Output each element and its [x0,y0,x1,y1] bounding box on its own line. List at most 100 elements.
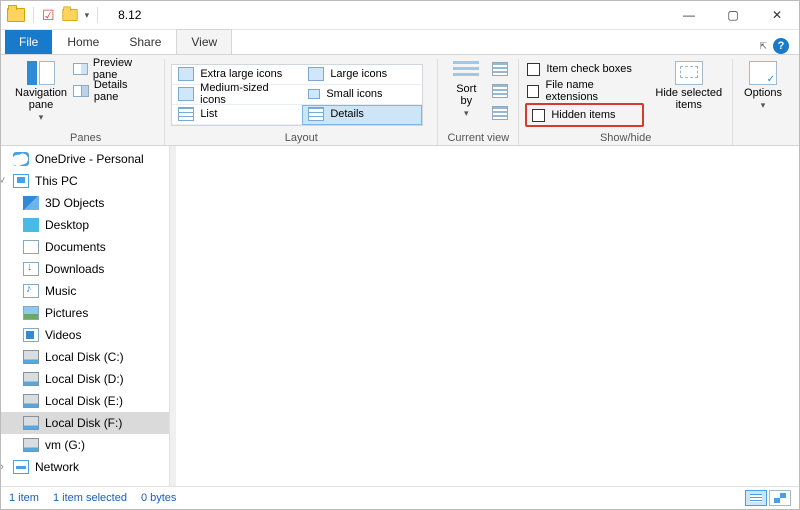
group-label-show-hide: Show/hide [525,130,726,145]
tree-node-local-disk-e-[interactable]: Local Disk (E:) [1,390,169,412]
hidden-items-highlight: Hidden items [525,103,643,127]
tree-node-local-disk-c-[interactable]: Local Disk (C:) [1,346,169,368]
hidden-items-toggle[interactable]: Hidden items [530,105,617,125]
checkbox-icon [527,63,540,76]
expand-icon[interactable]: › [1,461,7,473]
layout-large-icons[interactable]: Large icons [302,65,422,85]
qat-properties-icon[interactable]: ☑ [42,8,55,22]
group-panes: Navigation pane ▾ Preview pane Details p… [7,59,165,145]
tab-file[interactable]: File [5,30,52,54]
layout-details[interactable]: Details [302,105,422,125]
tree-node-desktop[interactable]: Desktop [1,214,169,236]
preview-pane-icon [73,63,88,75]
content-pane[interactable] [176,146,799,486]
group-label-options [739,130,787,145]
tree-node-label: Documents [45,240,106,254]
body: OneDrive - Personal ˅ This PC 3D Objects Des… [1,146,799,486]
group-by-button[interactable] [488,59,512,79]
layout-medium-icons[interactable]: Medium-sized icons [172,85,302,105]
layout-gallery[interactable]: Extra large icons Large icons Medium-siz… [171,64,423,126]
title-bar: ☑ ▾ 8.12 — ▢ ✕ [1,1,799,30]
navigation-tree[interactable]: OneDrive - Personal ˅ This PC 3D Objects Des… [1,146,170,486]
quick-access-toolbar: ☑ ▾ [42,8,89,22]
close-button[interactable]: ✕ [755,1,799,29]
disk-icon [23,416,39,430]
tree-node-local-disk-d-[interactable]: Local Disk (D:) [1,368,169,390]
status-bytes: 0 bytes [141,492,176,504]
preview-pane-button[interactable]: Preview pane [69,59,158,79]
tree-node-label: Local Disk (C:) [45,350,124,364]
minimize-button[interactable]: — [667,1,711,29]
tree-node-network[interactable]: › Network [1,456,169,478]
statusbar-large-icons-view-button[interactable] [769,490,791,506]
group-options: Options ▾ [733,59,793,145]
help-icon[interactable]: ? [773,38,789,54]
layout-list[interactable]: List [172,105,302,125]
file-name-extensions-toggle[interactable]: File name extensions [525,81,643,101]
music-icon [23,284,39,298]
tree-node-label: Videos [45,328,81,342]
tree-node-label: Pictures [45,306,88,320]
net-icon [13,460,29,474]
tree-node-onedrive-personal[interactable]: OneDrive - Personal [1,148,169,170]
group-layout: Extra large icons Large icons Medium-siz… [165,59,438,145]
tree-node-vm-g-[interactable]: vm (G:) [1,434,169,456]
statusbar-details-view-button[interactable] [745,490,767,506]
tree-node-this-pc[interactable]: ˅ This PC [1,170,169,192]
hide-selected-items-button[interactable]: Hide selected items [652,59,726,111]
options-button[interactable]: Options ▾ [739,59,787,111]
group-current-view: Sort by ▾ Current view [438,59,519,145]
disk-icon [23,394,39,408]
qat-dropdown-icon[interactable]: ▾ [85,10,90,21]
tab-share[interactable]: Share [114,29,176,54]
sort-icon [453,61,479,81]
checkbox-icon [532,109,545,122]
pic-icon [23,306,39,320]
ribbon-tabs: File Home Share View ⇱ ? [1,30,799,54]
tree-node-local-disk-f-[interactable]: Local Disk (F:) [1,412,169,434]
qat-newfolder-icon[interactable] [62,9,77,21]
pc-icon [13,174,29,188]
tree-node-music[interactable]: Music [1,280,169,302]
tree-node-label: Music [45,284,76,298]
tree-node-label: OneDrive - Personal [35,152,144,166]
tree-node-label: Local Disk (D:) [45,372,124,386]
disk-icon [23,372,39,386]
add-columns-button[interactable] [488,81,512,101]
tree-node-label: 3D Objects [45,196,104,210]
tree-node-label: Network [35,460,79,474]
status-bar: 1 item 1 item selected 0 bytes [1,486,799,509]
layout-small-icons[interactable]: Small icons [302,85,422,105]
size-columns-button[interactable] [488,103,512,123]
obj3d-icon [23,196,39,210]
item-check-boxes-toggle[interactable]: Item check boxes [525,59,643,79]
navigation-pane-icon [27,61,55,85]
tree-node-videos[interactable]: Videos [1,324,169,346]
checkbox-icon [527,85,539,98]
minimize-ribbon-icon[interactable]: ⇱ [759,41,767,52]
tree-node-label: Local Disk (F:) [45,416,122,430]
ribbon: Navigation pane ▾ Preview pane Details p… [1,54,799,146]
window-title: 8.12 [118,8,141,22]
tree-node-downloads[interactable]: Downloads [1,258,169,280]
tree-node-label: This PC [35,174,78,188]
tree-node-pictures[interactable]: Pictures [1,302,169,324]
group-label-current-view: Current view [444,130,512,145]
sort-by-button[interactable]: Sort by ▾ [444,59,488,119]
navigation-pane-button[interactable]: Navigation pane ▾ [13,59,69,123]
tree-node-label: Local Disk (E:) [45,394,123,408]
disk-icon [23,438,39,452]
expand-icon[interactable]: ˅ [1,175,7,187]
chevron-down-icon: ▾ [39,113,44,123]
doc-icon [23,240,39,254]
tab-home[interactable]: Home [52,29,114,54]
tab-view[interactable]: View [176,29,232,54]
details-pane-button[interactable]: Details pane [69,81,158,101]
maximize-button[interactable]: ▢ [711,1,755,29]
options-icon [749,61,777,85]
tree-node-3d-objects[interactable]: 3D Objects [1,192,169,214]
tree-node-documents[interactable]: Documents [1,236,169,258]
group-label-layout: Layout [171,130,431,145]
group-show-hide: Item check boxes File name extensions Hi… [519,59,733,145]
status-items: 1 item [9,492,39,504]
